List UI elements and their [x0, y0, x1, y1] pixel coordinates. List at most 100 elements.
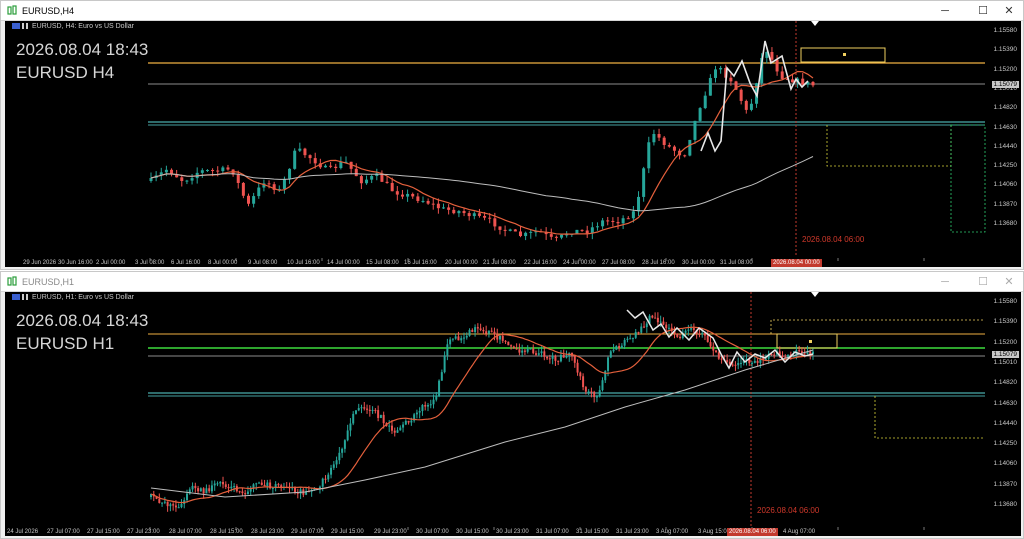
currency-flag-icon [12, 23, 20, 30]
candle-body [665, 324, 668, 329]
candle-body [773, 354, 776, 356]
candle-body [593, 391, 596, 398]
chart-canvas-h4[interactable]: EURUSD, H4: Euro vs US Dollar 2026.08.04… [5, 21, 1021, 267]
candle-body [701, 333, 704, 335]
candle-body [457, 336, 460, 341]
candle-body [626, 338, 629, 340]
price-label: 1.13870 [993, 480, 1018, 488]
candle-body [645, 323, 648, 328]
candle-body [447, 207, 451, 210]
candle-body [749, 103, 753, 110]
candle-body [329, 165, 333, 167]
candle-body [374, 409, 377, 411]
candle-body [390, 182, 394, 192]
candle-body [688, 139, 692, 156]
time-label: 6 Jul 16:00 [171, 260, 201, 266]
minimize-button[interactable]: ─ [934, 274, 956, 290]
candle-body [508, 229, 512, 231]
candle-body [472, 213, 476, 217]
candle-body [474, 327, 477, 332]
candle-body [629, 338, 632, 340]
chart-window-icon [7, 5, 17, 15]
candle-body [399, 427, 402, 431]
candle-body [396, 430, 399, 433]
candle-body [709, 342, 712, 347]
maximize-button[interactable]: ☐ [972, 274, 994, 290]
time-label: 28 Jul 23:00 [251, 529, 284, 535]
chart-window-h1[interactable]: EURUSD,H1 ─ ☐ ✕ EURUSD, H1: Euro vs US D… [0, 271, 1024, 539]
candle-body [221, 167, 225, 172]
price-label: 1.14630 [993, 123, 1018, 131]
candle-body [321, 478, 324, 487]
time-label: 31 Jul 15:00 [576, 529, 609, 535]
candle-body [454, 336, 457, 339]
candle-body [174, 505, 177, 508]
candle-body [368, 409, 371, 411]
candle-body [346, 430, 349, 441]
candle-body [366, 408, 369, 410]
candle-body [540, 351, 543, 354]
candle-body [244, 493, 247, 495]
candle-body [465, 335, 468, 338]
candle-body [667, 144, 671, 147]
candle-body [679, 336, 682, 339]
shift-marker-icon[interactable] [811, 292, 819, 297]
zigzag-line [700, 40, 809, 153]
candle-body [662, 137, 666, 145]
price-label: 1.14060 [993, 181, 1018, 189]
price-label: 1.13680 [993, 220, 1018, 227]
candle-body [359, 176, 363, 184]
candle-body [598, 390, 601, 397]
close-button[interactable]: ✕ [998, 3, 1020, 19]
candle-body [365, 179, 369, 184]
candle-body [662, 321, 665, 325]
minimize-button[interactable]: ─ [934, 3, 956, 19]
candle-body [631, 337, 634, 339]
chart-canvas-h1[interactable]: EURUSD, H1: Euro vs US Dollar 2026.08.04… [5, 292, 1021, 536]
candle-body [352, 413, 355, 424]
price-label: 1.14250 [993, 440, 1018, 448]
chart-window-h4[interactable]: EURUSD,H4 ─ ☐ ✕ EURUSD, H4: Euro vs US D… [0, 0, 1024, 270]
candle-body [247, 195, 251, 204]
candle-body [595, 396, 598, 398]
close-button[interactable]: ✕ [998, 274, 1020, 290]
candle-body [640, 326, 643, 333]
shift-marker-icon[interactable] [811, 21, 819, 26]
candle-body [499, 335, 502, 340]
price-label: 1.14820 [993, 379, 1018, 387]
time-axis-tag: 2026.08.04 06:00 [727, 528, 778, 536]
time-label: 21 Jul 08:00 [483, 260, 516, 266]
candle-body [334, 166, 338, 169]
candle-body [299, 489, 302, 494]
maximize-button[interactable]: ☐ [972, 3, 994, 19]
window-titlebar[interactable]: EURUSD,H1 ─ ☐ ✕ [1, 272, 1023, 292]
candle-body [200, 170, 204, 173]
candle-body [241, 182, 245, 196]
candle-body [719, 67, 723, 70]
candle-body [416, 196, 420, 201]
candle-body [576, 362, 579, 373]
time-label: 27 Jul 08:00 [602, 260, 635, 266]
candle-body [498, 226, 502, 230]
candle-body [601, 380, 604, 391]
candle-body [298, 148, 302, 151]
candle-body [606, 220, 610, 222]
candle-body [462, 211, 466, 214]
time-label: 9 Jul 08:00 [248, 260, 278, 266]
candle-body [652, 134, 656, 143]
candle-body [587, 391, 590, 393]
candle-body [313, 158, 317, 164]
candle-body [611, 220, 615, 222]
candle-body [330, 467, 333, 475]
candle-body [267, 183, 271, 185]
price-label: 1.13680 [993, 501, 1018, 508]
time-label: 31 Jul 08:00 [720, 260, 753, 266]
candle-body [460, 338, 463, 341]
time-label: 27 Jul 15:00 [87, 529, 120, 535]
candle-body [607, 357, 610, 371]
candle-body [406, 193, 410, 197]
candle-body [385, 181, 389, 183]
candle-body [438, 380, 441, 396]
candle-body [715, 350, 718, 353]
window-titlebar[interactable]: EURUSD,H4 ─ ☐ ✕ [1, 1, 1023, 21]
